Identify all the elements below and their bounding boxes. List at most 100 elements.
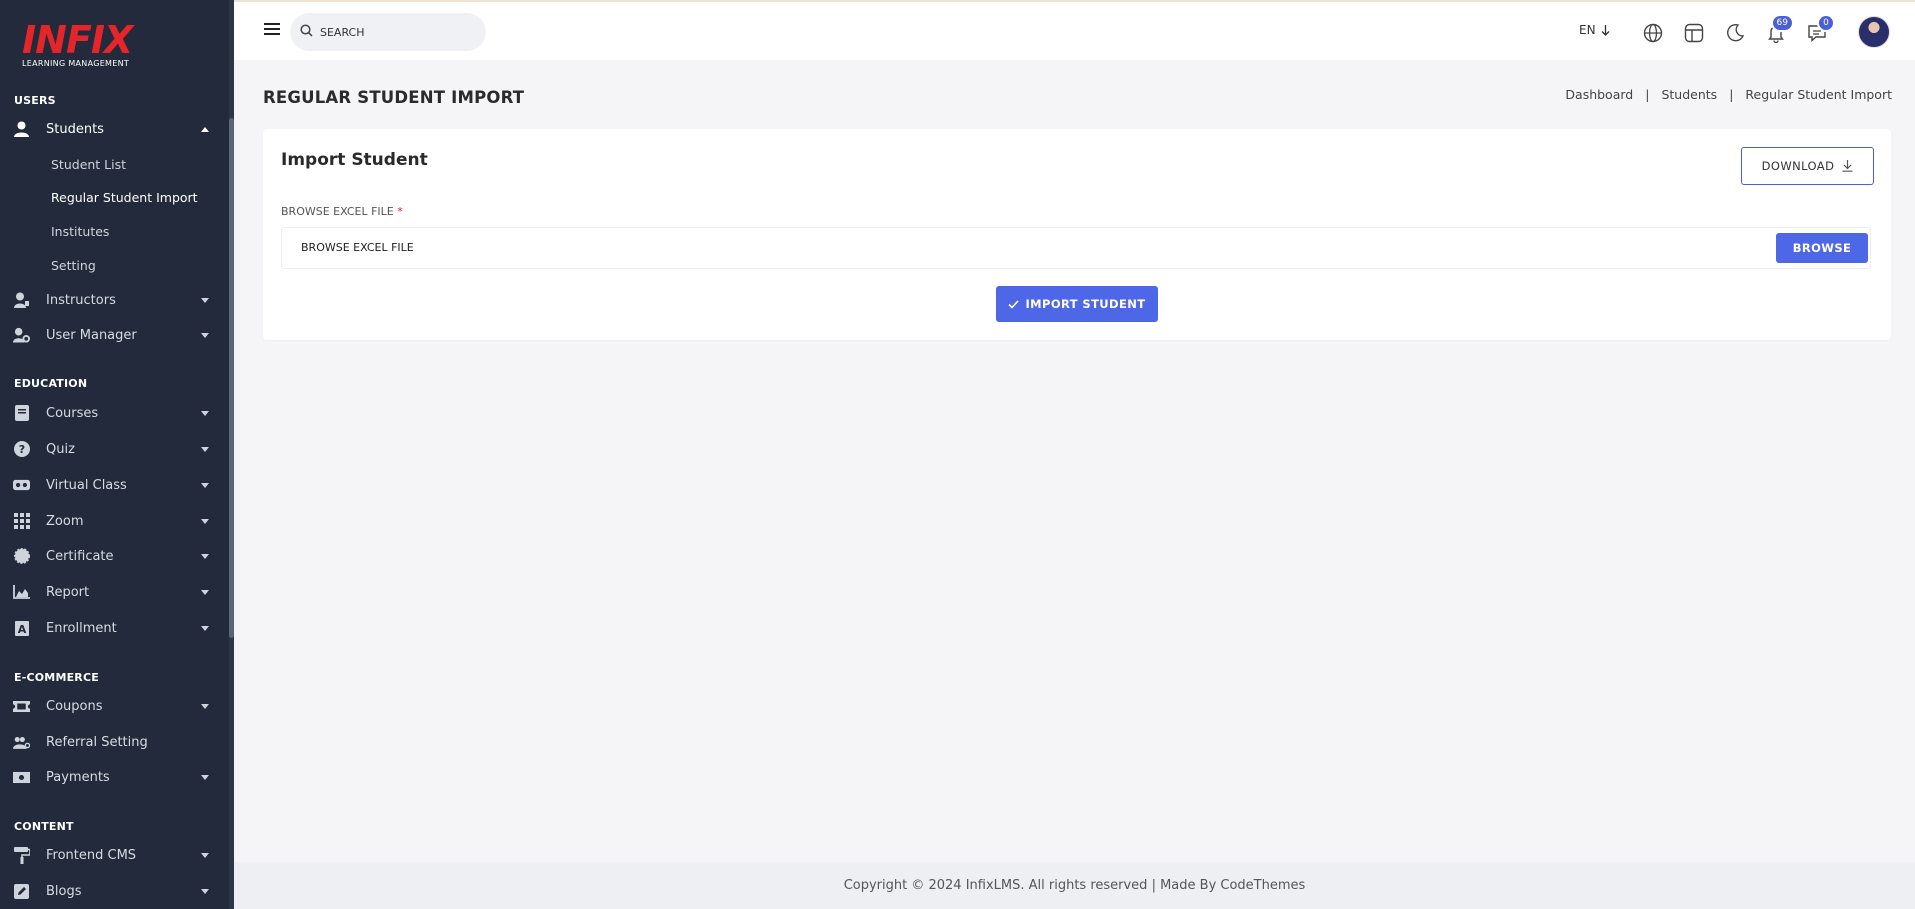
caret-down-icon bbox=[201, 410, 209, 416]
sidebar-item-label: Zoom bbox=[46, 513, 84, 529]
area-chart-icon bbox=[13, 584, 30, 601]
sidebar-item-courses[interactable]: Courses bbox=[0, 398, 229, 428]
paint-roller-icon bbox=[13, 846, 30, 864]
user-icon bbox=[13, 121, 30, 138]
edit-icon bbox=[13, 883, 30, 900]
sidebar-item-label: Coupons bbox=[46, 698, 103, 714]
sidebar-item-zoom[interactable]: Zoom bbox=[0, 506, 229, 536]
money-bill-icon bbox=[13, 769, 30, 786]
user-gear-icon bbox=[13, 327, 30, 344]
sidebar-subitem-institutes[interactable]: Institutes bbox=[51, 224, 109, 239]
question-circle-icon: ? bbox=[13, 441, 30, 458]
import-card: Import Student DOWNLOAD BROWSE EXCEL FIL… bbox=[263, 129, 1891, 340]
footer: Copyright © 2024 InfixLMS. All rights re… bbox=[234, 862, 1915, 909]
breadcrumb-separator: | bbox=[1729, 87, 1734, 102]
browse-button[interactable]: BROWSE bbox=[1776, 233, 1868, 263]
card-title: Import Student bbox=[281, 150, 428, 170]
avatar[interactable] bbox=[1858, 16, 1890, 48]
sidebar-item-label: Courses bbox=[46, 405, 99, 421]
breadcrumb-current: Regular Student Import bbox=[1745, 87, 1892, 102]
sidebar-item-report[interactable]: Report bbox=[0, 577, 229, 607]
search-bar[interactable] bbox=[290, 13, 486, 51]
breadcrumb-students[interactable]: Students bbox=[1661, 87, 1717, 102]
messages-badge: 0 bbox=[1817, 14, 1835, 32]
arrow-down-icon bbox=[1601, 24, 1610, 36]
notifications-badge: 69 bbox=[1770, 14, 1794, 32]
notifications-bell-icon[interactable]: 69 bbox=[1765, 14, 1794, 44]
sidebar-item-frontend-cms[interactable]: Frontend CMS bbox=[0, 840, 229, 870]
sidebar-item-coupons[interactable]: Coupons bbox=[0, 691, 229, 721]
certificate-icon bbox=[13, 548, 30, 565]
sidebar-item-label: Quiz bbox=[46, 441, 75, 457]
language-selector[interactable]: EN bbox=[1579, 23, 1610, 37]
sidebar-item-certificate[interactable]: Certificate bbox=[0, 541, 229, 571]
sidebar-item-quiz[interactable]: ? Quiz bbox=[0, 434, 229, 464]
grid-icon bbox=[13, 513, 30, 530]
sidebar-item-label: Frontend CMS bbox=[46, 847, 137, 863]
section-education: EDUCATION bbox=[14, 377, 88, 390]
vr-headset-icon bbox=[13, 477, 30, 494]
sidebar-item-label: Students bbox=[46, 121, 104, 137]
section-ecommerce: E-COMMERCE bbox=[14, 671, 99, 684]
download-icon bbox=[1842, 160, 1853, 172]
logo-text: INFIX bbox=[22, 18, 133, 62]
required-mark: * bbox=[397, 205, 403, 218]
layout-icon[interactable] bbox=[1683, 22, 1705, 44]
language-label: EN bbox=[1579, 23, 1596, 37]
sidebar-item-instructors[interactable]: Instructors bbox=[0, 285, 229, 315]
sidebar-item-enrollment[interactable]: A Enrollment bbox=[0, 613, 229, 643]
sidebar-subitem-setting[interactable]: Setting bbox=[51, 258, 96, 273]
search-input[interactable] bbox=[320, 23, 470, 41]
instructor-icon bbox=[13, 292, 30, 309]
caret-down-icon bbox=[201, 482, 209, 488]
download-label: DOWNLOAD bbox=[1761, 159, 1835, 173]
sidebar-item-label: User Manager bbox=[46, 327, 137, 343]
sidebar-item-students[interactable]: Students bbox=[0, 114, 229, 144]
caret-down-icon bbox=[201, 852, 209, 858]
menu-toggle-icon[interactable] bbox=[264, 23, 280, 37]
import-student-button[interactable]: IMPORT STUDENT bbox=[996, 286, 1158, 322]
caret-up-icon bbox=[201, 126, 209, 132]
sidebar-subitem-regular-student-import[interactable]: Regular Student Import bbox=[51, 190, 198, 205]
enrollment-icon: A bbox=[13, 620, 30, 637]
sidebar: INFIX LEARNING MANAGEMENT USERS Students… bbox=[0, 0, 234, 909]
svg-text:A: A bbox=[17, 623, 26, 636]
caret-down-icon bbox=[201, 518, 209, 524]
caret-down-icon bbox=[201, 589, 209, 595]
sidebar-item-user-manager[interactable]: User Manager bbox=[0, 320, 229, 350]
check-icon bbox=[1008, 299, 1020, 309]
caret-down-icon bbox=[201, 446, 209, 452]
file-field-label: BROWSE EXCEL FILE * bbox=[281, 205, 403, 218]
sidebar-scrollbar[interactable] bbox=[229, 0, 234, 909]
users-gear-icon bbox=[13, 734, 30, 751]
sidebar-item-label: Payments bbox=[46, 769, 110, 785]
download-button[interactable]: DOWNLOAD bbox=[1741, 147, 1874, 185]
sidebar-item-blogs[interactable]: Blogs bbox=[0, 876, 229, 906]
caret-down-icon bbox=[201, 625, 209, 631]
import-student-label: IMPORT STUDENT bbox=[1025, 297, 1146, 311]
sidebar-item-label: Report bbox=[46, 584, 90, 600]
file-input[interactable]: BROWSE EXCEL FILE BROWSE bbox=[281, 227, 1871, 269]
dark-mode-icon[interactable] bbox=[1724, 22, 1746, 44]
sidebar-item-payments[interactable]: Payments bbox=[0, 762, 229, 792]
breadcrumb-separator: | bbox=[1645, 87, 1650, 102]
sidebar-item-label: Referral Setting bbox=[46, 734, 148, 750]
sidebar-item-referral-setting[interactable]: Referral Setting bbox=[0, 727, 229, 757]
globe-icon[interactable] bbox=[1642, 22, 1664, 44]
sidebar-item-label: Virtual Class bbox=[46, 477, 127, 493]
sidebar-item-label: Blogs bbox=[46, 883, 82, 899]
search-icon bbox=[300, 24, 313, 37]
caret-down-icon bbox=[201, 297, 209, 303]
section-users: USERS bbox=[14, 94, 56, 107]
copyright-text: Copyright © 2024 InfixLMS. All rights re… bbox=[843, 878, 1306, 893]
breadcrumb-dashboard[interactable]: Dashboard bbox=[1565, 87, 1633, 102]
sidebar-subitem-student-list[interactable]: Student List bbox=[51, 157, 126, 172]
caret-down-icon bbox=[201, 774, 209, 780]
section-content: CONTENT bbox=[14, 820, 74, 833]
messages-icon[interactable]: 0 bbox=[1806, 14, 1835, 44]
sidebar-item-virtual-class[interactable]: Virtual Class bbox=[0, 470, 229, 500]
book-icon bbox=[13, 405, 30, 422]
logo[interactable]: INFIX LEARNING MANAGEMENT bbox=[22, 20, 142, 72]
ticket-icon bbox=[13, 698, 30, 715]
sidebar-scroll-thumb[interactable] bbox=[229, 118, 234, 638]
